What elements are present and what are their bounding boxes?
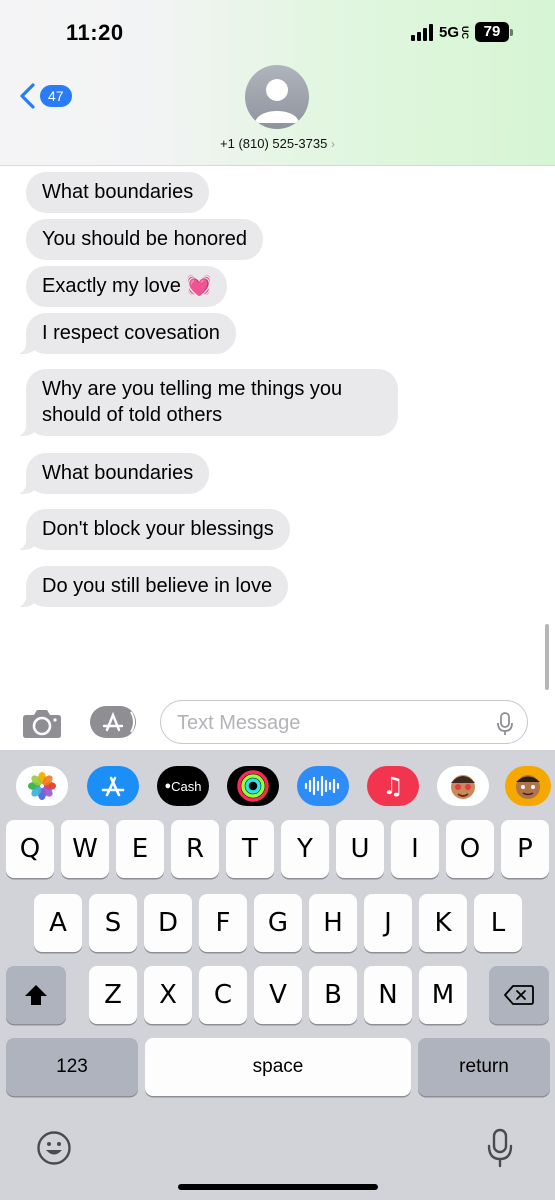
- contact-avatar[interactable]: [245, 65, 309, 129]
- home-indicator[interactable]: [178, 1184, 378, 1190]
- music-note-icon: ♫: [382, 772, 404, 800]
- key-v[interactable]: V: [254, 966, 302, 1024]
- memoji-2-app-icon[interactable]: [505, 766, 551, 806]
- key-e[interactable]: E: [116, 820, 164, 878]
- message-input[interactable]: [177, 709, 477, 737]
- key-n[interactable]: N: [364, 966, 412, 1024]
- network-suffix: UC: [460, 25, 470, 39]
- message-text: Why are you telling me things you should…: [42, 378, 343, 426]
- status-time: 11:20: [66, 20, 124, 45]
- message-bubble[interactable]: Why are you telling me things you should…: [16, 369, 398, 436]
- message-bubble[interactable]: What boundaries: [26, 172, 210, 213]
- signal-icon: [410, 23, 433, 41]
- key-m[interactable]: M: [419, 966, 467, 1024]
- message-bubble[interactable]: Don't block your blessings: [16, 509, 290, 550]
- numbers-key[interactable]: 123: [6, 1038, 138, 1096]
- message-bubble[interactable]: You should be honored: [26, 219, 263, 260]
- key-u[interactable]: U: [336, 820, 384, 878]
- message-composer: [0, 698, 555, 750]
- chevron-left-icon: [20, 83, 35, 109]
- unread-count-badge: 47: [40, 85, 72, 107]
- app-store-app-icon[interactable]: [87, 766, 139, 806]
- photos-app-icon[interactable]: [16, 766, 68, 806]
- emoji-icon[interactable]: [36, 1130, 72, 1166]
- key-r[interactable]: R: [171, 820, 219, 878]
- message-text: Exactly my love 💓: [42, 275, 212, 297]
- audio-message-app-icon[interactable]: [297, 766, 349, 806]
- key-f[interactable]: F: [199, 894, 247, 952]
- delete-key[interactable]: [489, 966, 549, 1024]
- contact-name: +1 (810) 525-3735: [220, 136, 328, 151]
- music-app-icon[interactable]: ♫: [367, 766, 419, 806]
- message-bubble[interactable]: What boundaries: [15, 453, 210, 494]
- message-text: Do you still believe in love: [42, 575, 273, 597]
- microphone-icon[interactable]: [497, 712, 513, 736]
- key-d[interactable]: D: [144, 894, 192, 952]
- key-g[interactable]: G: [254, 894, 302, 952]
- person-icon: [255, 79, 299, 123]
- key-p[interactable]: P: [501, 820, 549, 878]
- key-b[interactable]: B: [309, 966, 357, 1024]
- message-bubble[interactable]: Do you still believe in love: [15, 566, 289, 607]
- key-c[interactable]: C: [199, 966, 247, 1024]
- message-field[interactable]: [160, 700, 528, 744]
- status-indicators: 5G UC 79: [410, 22, 513, 42]
- message-list[interactable]: What boundaries You should be honored Ex…: [0, 166, 555, 696]
- memoji-app-icon[interactable]: [437, 766, 489, 806]
- activity-app-icon[interactable]: [227, 766, 279, 806]
- app-store-icon: [102, 711, 135, 733]
- message-text: What boundaries: [42, 181, 194, 203]
- key-k[interactable]: K: [419, 894, 467, 952]
- key-s[interactable]: S: [89, 894, 137, 952]
- key-t[interactable]: T: [226, 820, 274, 878]
- key-l[interactable]: L: [474, 894, 522, 952]
- battery-icon: 79: [475, 22, 513, 42]
- key-q[interactable]: Q: [6, 820, 54, 878]
- message-bubble[interactable]: Exactly my love 💓: [26, 266, 228, 307]
- chevron-right-icon: ›: [330, 137, 335, 151]
- app-store-button[interactable]: [90, 706, 136, 738]
- message-text: What boundaries: [42, 462, 194, 484]
- message-text: I respect covesation: [42, 322, 220, 344]
- key-i[interactable]: I: [391, 820, 439, 878]
- shift-arrow-icon: [25, 985, 47, 1005]
- message-text: Don't block your blessings: [42, 518, 274, 540]
- key-x[interactable]: X: [144, 966, 192, 1024]
- apple-cash-app-icon[interactable]: ● Cash: [157, 766, 209, 806]
- conversation-header: 11:20 5G UC 79 47 +1 (810) 525-3735 ›: [0, 0, 555, 166]
- key-y[interactable]: Y: [281, 820, 329, 878]
- battery-level: 79: [475, 22, 509, 42]
- apple-cash-label: Cash: [171, 778, 202, 794]
- apple-logo-icon: ●: [164, 780, 172, 792]
- key-h[interactable]: H: [309, 894, 357, 952]
- key-w[interactable]: W: [61, 820, 109, 878]
- key-o[interactable]: O: [446, 820, 494, 878]
- camera-icon[interactable]: [22, 707, 62, 739]
- imessage-app-strip: ● Cash ♫: [0, 750, 555, 820]
- shift-key[interactable]: [6, 966, 66, 1024]
- message-bubble[interactable]: I respect covesation: [16, 313, 236, 354]
- keyboard: ● Cash ♫ Q W E R T Y U I O P A S D F G H…: [0, 750, 555, 1200]
- scrollbar[interactable]: [545, 624, 549, 690]
- message-text: You should be honored: [42, 228, 247, 250]
- network-label: 5G: [438, 23, 459, 41]
- backspace-icon: [504, 985, 534, 1005]
- dictation-microphone-icon[interactable]: [486, 1128, 514, 1168]
- key-a[interactable]: A: [34, 894, 82, 952]
- contact-name-button[interactable]: +1 (810) 525-3735 ›: [0, 136, 555, 151]
- key-j[interactable]: J: [364, 894, 412, 952]
- back-button[interactable]: 47: [18, 82, 72, 110]
- return-key[interactable]: return: [418, 1038, 550, 1096]
- key-z[interactable]: Z: [89, 966, 137, 1024]
- space-key[interactable]: space: [145, 1038, 411, 1096]
